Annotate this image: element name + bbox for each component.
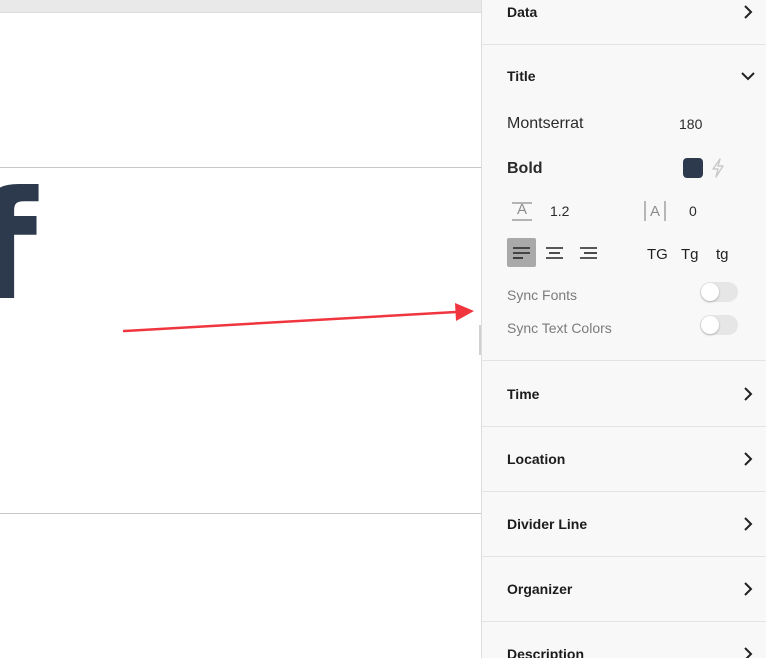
letter-spacing-input[interactable]: 0 [689, 203, 697, 219]
sync-fonts-toggle[interactable] [700, 282, 738, 302]
line-height-icon: A [512, 201, 532, 221]
section-organizer-label: Organizer [507, 580, 573, 597]
section-location[interactable]: Location [482, 426, 766, 492]
sync-text-colors-label: Sync Text Colors [507, 320, 612, 336]
chevron-right-icon[interactable] [741, 451, 755, 466]
align-left-icon [513, 247, 530, 259]
uppercase-button[interactable]: TG [647, 246, 668, 263]
lowercase-button[interactable]: tg [716, 246, 729, 263]
section-divider-line[interactable]: Divider Line [482, 491, 766, 557]
section-title-label: Title [507, 68, 536, 84]
chevron-right-icon[interactable] [741, 386, 755, 401]
section-time-label: Time [507, 385, 540, 402]
svg-text:A: A [650, 203, 660, 220]
properties-panel: Data Title Montserrat 180 Bold A 1.2 A 0 [481, 0, 766, 658]
section-time[interactable]: Time [482, 361, 766, 427]
font-size-input[interactable]: 180 [679, 116, 702, 132]
letter-spacing-icon: A [644, 201, 666, 221]
toggle-knob [701, 283, 719, 301]
section-organizer[interactable]: Organizer [482, 556, 766, 622]
capitalize-button[interactable]: Tg [681, 246, 699, 263]
sync-text-colors-toggle[interactable] [700, 315, 738, 335]
align-left-button[interactable] [507, 238, 536, 267]
text-color-swatch[interactable] [683, 158, 703, 178]
align-right-icon [580, 247, 597, 259]
chevron-right-icon[interactable] [741, 581, 755, 596]
section-description[interactable]: Description [482, 621, 766, 658]
section-divider-line-label: Divider Line [507, 515, 588, 532]
chevron-down-icon[interactable] [741, 69, 755, 83]
line-height-input[interactable]: 1.2 [550, 203, 569, 219]
section-data[interactable]: Data [482, 0, 766, 45]
chevron-right-icon[interactable] [741, 4, 755, 19]
align-center-icon [546, 247, 563, 259]
section-data-label: Data [507, 3, 538, 20]
font-weight-select[interactable]: Bold [507, 160, 543, 178]
toggle-knob [701, 316, 719, 334]
lightning-icon[interactable] [710, 158, 726, 178]
align-center-button[interactable] [540, 238, 569, 267]
chevron-right-icon[interactable] [741, 516, 755, 531]
align-right-button[interactable] [574, 238, 603, 267]
section-description-label: Description [507, 645, 585, 658]
sync-fonts-label: Sync Fonts [507, 287, 578, 303]
section-location-label: Location [507, 450, 566, 467]
font-family-select[interactable]: Montserrat [507, 115, 583, 133]
section-title[interactable]: Title [482, 44, 766, 108]
chevron-right-icon[interactable] [741, 646, 755, 658]
